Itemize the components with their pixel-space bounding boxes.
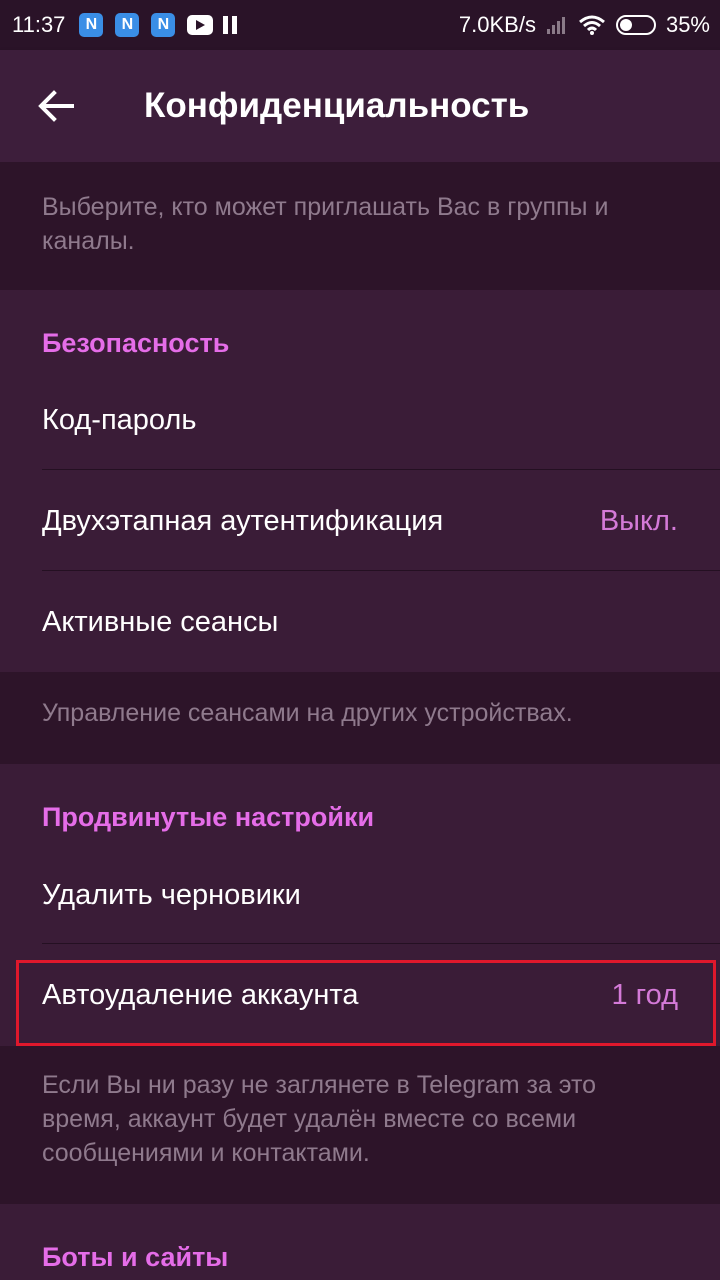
notification-app-icon: N [79,13,104,37]
app-bar: Конфиденциальность [0,50,720,162]
passcode-row[interactable]: Код-пароль [0,370,720,470]
divider [42,570,720,571]
wifi-icon [578,15,605,35]
status-bar: 11:37 N N N 7.0KB/s 35% [0,0,720,50]
row-label: Активные сеансы [42,605,279,638]
account-self-destruct-row[interactable]: Автоудаление аккаунта 1 год [0,945,720,1045]
row-label: Удалить черновики [42,878,301,911]
signal-icon [546,17,565,34]
self-destruct-hint: Если Вы ни разу не заглянете в Telegram … [0,1046,720,1204]
row-label: Автоудаление аккаунта [42,978,359,1011]
section-header-security: Безопасность [42,328,230,358]
notification-app-icon: N [115,13,140,37]
battery-icon [615,15,656,35]
active-sessions-row[interactable]: Активные сеансы [0,572,720,672]
two-step-verification-row[interactable]: Двухэтапная аутентификация Выкл. [0,471,720,571]
battery-percent: 35% [665,12,710,37]
delete-drafts-row[interactable]: Удалить черновики [0,845,720,945]
row-label: Двухэтапная аутентификация [42,504,444,537]
row-label: Код-пароль [42,403,197,436]
network-speed: 7.0KB/s [458,12,536,37]
groups-hint: Выберите, кто может приглашать Вас в гру… [0,162,720,290]
section-header-bots: Боты и сайты [42,1242,229,1272]
notification-app-icon: N [151,13,176,37]
pause-icon [223,16,238,34]
divider [42,943,720,944]
section-header-advanced: Продвинутые настройки [42,802,375,832]
status-time: 11:37 [12,12,66,37]
back-arrow-icon[interactable] [0,50,112,162]
divider [42,469,720,470]
row-value: Выкл. [599,504,678,537]
youtube-icon [187,15,214,35]
row-value: 1 год [611,978,678,1011]
page-title: Конфиденциальность [144,86,530,125]
sessions-hint: Управление сеансами на других устройства… [0,672,720,764]
